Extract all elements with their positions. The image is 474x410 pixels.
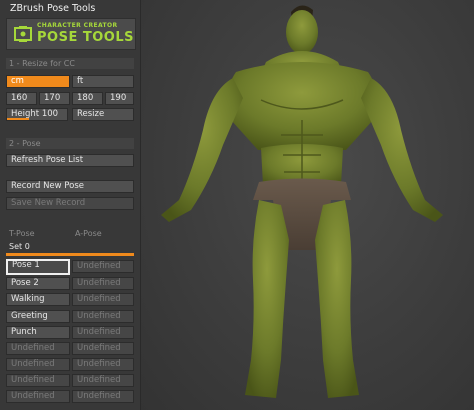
pose-slot-left-9[interactable]: Undefined: [6, 390, 70, 403]
pose-slot-right-7[interactable]: Undefined: [72, 358, 134, 371]
banner-subtitle: CHARACTER CREATOR: [37, 22, 118, 29]
set-slider-bar[interactable]: [6, 253, 134, 256]
panel-title: ZBrush Pose Tools: [10, 3, 96, 14]
tpose-label[interactable]: T-Pose: [9, 229, 35, 238]
pose-slot-left-2[interactable]: Pose 2: [6, 277, 70, 290]
size-180-button[interactable]: 180: [72, 92, 103, 105]
unit-ft-button[interactable]: ft: [72, 75, 134, 88]
refresh-pose-list-button[interactable]: Refresh Pose List: [6, 154, 134, 167]
set-value: 0: [24, 242, 30, 251]
orc-character-model: [161, 5, 443, 398]
height-slider[interactable]: Height 100: [6, 108, 68, 121]
pose-slot-left-7[interactable]: Undefined: [6, 358, 70, 371]
unit-cm-button[interactable]: cm: [6, 75, 70, 88]
banner-title: POSE TOOLS: [37, 30, 134, 45]
pose-slot-right-8[interactable]: Undefined: [72, 374, 134, 387]
pose-slot-left-8[interactable]: Undefined: [6, 374, 70, 387]
section-resize-header[interactable]: 1 - Resize for CC: [6, 58, 134, 69]
pose-slot-left-4[interactable]: Greeting: [6, 310, 70, 323]
save-new-record-button[interactable]: Save New Record: [6, 197, 134, 210]
pose-slot-left-5[interactable]: Punch: [6, 326, 70, 339]
pose-slot-right-5[interactable]: Undefined: [72, 326, 134, 339]
height-label: Height: [11, 109, 40, 119]
pose-slot-right-9[interactable]: Undefined: [72, 390, 134, 403]
size-170-button[interactable]: 170: [39, 92, 70, 105]
set-slider-label[interactable]: Set 0: [9, 242, 30, 251]
height-value: 100: [41, 109, 59, 119]
pose-slot-left-6[interactable]: Undefined: [6, 342, 70, 355]
pose-slot-right-2[interactable]: Undefined: [72, 277, 134, 290]
resize-button[interactable]: Resize: [72, 108, 134, 121]
pose-tools-panel: ZBrush Pose Tools CHARACTER CREATOR POSE…: [0, 0, 141, 410]
size-160-button[interactable]: 160: [6, 92, 37, 105]
pose-tools-banner: CHARACTER CREATOR POSE TOOLS: [6, 18, 136, 50]
section-pose-header[interactable]: 2 - Pose: [6, 138, 134, 149]
pose-slot-right-1[interactable]: Undefined: [72, 260, 134, 273]
zbrush-viewport[interactable]: [141, 0, 474, 410]
apose-label[interactable]: A-Pose: [75, 229, 102, 238]
set-label: Set: [9, 242, 23, 251]
pose-slot-left-1[interactable]: Pose 1: [6, 259, 70, 275]
size-190-button[interactable]: 190: [105, 92, 134, 105]
pose-slot-right-6[interactable]: Undefined: [72, 342, 134, 355]
pose-slot-left-3[interactable]: Walking: [6, 293, 70, 306]
pose-slot-right-4[interactable]: Undefined: [72, 310, 134, 323]
pose-slot-right-3[interactable]: Undefined: [72, 293, 134, 306]
record-new-pose-button[interactable]: Record New Pose: [6, 180, 134, 193]
character-creator-logo-icon: [14, 26, 32, 42]
